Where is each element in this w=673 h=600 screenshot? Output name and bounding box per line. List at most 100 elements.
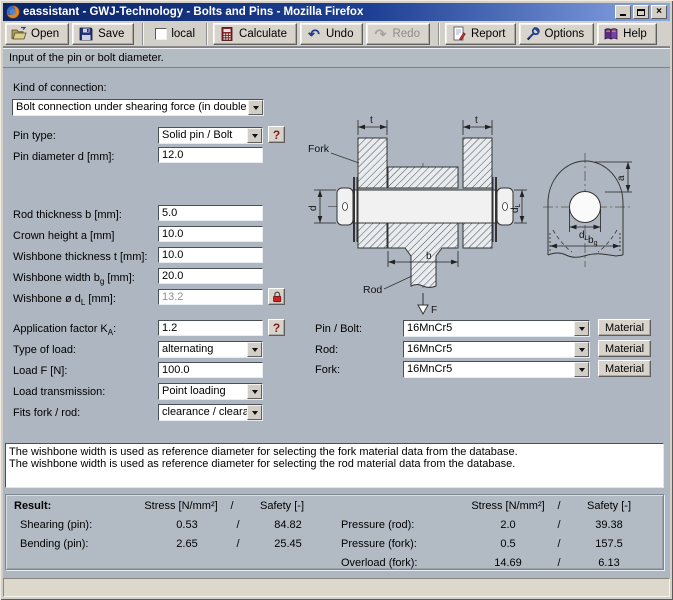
wishbone-width-label: Wishbone width bg [mm]:	[13, 272, 135, 284]
pin-type-value: Solid pin / Bolt	[159, 128, 247, 143]
status-message: Input of the pin or bolt diameter.	[3, 47, 670, 68]
save-button[interactable]: Save	[72, 23, 134, 45]
maximize-icon	[637, 9, 645, 16]
app-window: eassistant - GWJ-Technology - Bolts and …	[0, 0, 673, 600]
undo-label: Undo	[326, 28, 354, 40]
options-button[interactable]: Options	[519, 23, 595, 45]
form-area: Kind of connection: Bolt connection unde…	[3, 68, 670, 578]
crown-height-label: Crown height a [mm]	[13, 230, 114, 242]
toolbar-divider	[206, 23, 208, 45]
dim-a: a	[616, 175, 627, 181]
firefox-icon	[6, 5, 20, 19]
result-header-right: Stress [N/mm²] / Safety [-]	[341, 500, 651, 512]
force-arrow-icon	[418, 305, 428, 314]
dim-bg: bg	[588, 235, 598, 247]
technical-drawing: t t d dL b Fork Rod	[300, 105, 670, 320]
wishbone-thickness-label: Wishbone thickness t [mm]:	[13, 251, 148, 263]
dropdown-arrow-button[interactable]	[574, 342, 589, 357]
load-transmission-label: Load transmission:	[13, 386, 105, 398]
window-title: eassistant - GWJ-Technology - Bolts and …	[23, 6, 615, 18]
help-button[interactable]: Help	[597, 23, 657, 45]
material-fork-button[interactable]: Material	[598, 360, 651, 377]
local-label: local	[171, 28, 195, 40]
dropdown-arrow-button[interactable]	[574, 321, 589, 336]
wishbone-diameter-lock-button[interactable]	[268, 288, 285, 305]
fork-prong	[358, 223, 387, 248]
redo-button[interactable]: ↷ Redo	[366, 23, 430, 45]
material-pin-value: 16MnCr5	[404, 321, 574, 336]
pin-hole	[570, 192, 601, 223]
load-transmission-select[interactable]: Point loading	[158, 383, 263, 400]
result-row: Bending (pin): 2.65 / 25.45	[20, 538, 330, 550]
load-transmission-value: Point loading	[159, 384, 247, 399]
type-of-load-select[interactable]: alternating	[158, 341, 263, 358]
wishbone-width-input[interactable]	[158, 268, 263, 284]
wishbone-diameter-input	[158, 289, 263, 305]
pin	[338, 190, 508, 223]
dropdown-arrow-button[interactable]	[247, 128, 262, 143]
material-rod-select[interactable]: 16MnCr5	[403, 341, 590, 358]
application-factor-help-button[interactable]: ?	[268, 319, 285, 336]
undo-arrow-icon: ↶	[306, 26, 322, 42]
report-button[interactable]: Report	[445, 23, 516, 45]
pin-diameter-input[interactable]	[158, 147, 263, 163]
dim-t-right: t	[475, 115, 478, 126]
open-button[interactable]: Open	[5, 23, 69, 45]
help-label: Help	[623, 28, 647, 40]
fork-prong	[463, 138, 492, 188]
chevron-down-icon	[252, 134, 258, 141]
fork-prong	[463, 223, 492, 248]
material-pin-button[interactable]: Material	[598, 319, 651, 336]
close-button[interactable]: ×	[651, 5, 667, 19]
maximize-button[interactable]	[633, 5, 649, 19]
calculate-label: Calculate	[239, 28, 287, 40]
undo-button[interactable]: ↶ Undo	[300, 23, 364, 45]
crown-height-input[interactable]	[158, 226, 263, 242]
dropdown-arrow-button[interactable]	[247, 405, 262, 420]
minimize-button[interactable]	[615, 5, 631, 19]
application-factor-input[interactable]	[158, 320, 263, 336]
material-fork-label: Fork:	[315, 364, 340, 376]
result-row: Pressure (fork): 0.5 / 157.5	[341, 538, 651, 550]
result-header-left: Result: Stress [N/mm²] / Safety [-]	[14, 500, 324, 512]
chevron-down-icon	[252, 390, 258, 397]
wishbone-thickness-input[interactable]	[158, 247, 263, 263]
result-row: Shearing (pin): 0.53 / 84.82	[20, 519, 330, 531]
local-checkbox[interactable]: local	[155, 28, 195, 40]
material-fork-value: 16MnCr5	[404, 362, 574, 377]
kind-of-connection-select[interactable]: Bolt connection under shearing force (in…	[12, 99, 264, 116]
options-label: Options	[545, 28, 585, 40]
dropdown-arrow-button[interactable]	[247, 342, 262, 357]
save-floppy-icon	[78, 26, 94, 42]
dropdown-arrow-button[interactable]	[247, 384, 262, 399]
material-fork-select[interactable]: 16MnCr5	[403, 361, 590, 378]
dim-d: d	[308, 205, 319, 211]
options-tools-icon	[525, 26, 541, 42]
toolbar-divider	[142, 23, 144, 45]
kind-of-connection-label: Kind of connection:	[13, 82, 107, 94]
result-title: Result:	[14, 500, 138, 512]
result-panel: Result: Stress [N/mm²] / Safety [-] Shea…	[5, 494, 664, 570]
save-label: Save	[98, 28, 124, 40]
dropdown-arrow-button[interactable]	[248, 100, 263, 115]
rod-thickness-input[interactable]	[158, 205, 263, 221]
fork-label: Fork	[308, 143, 330, 155]
dropdown-arrow-button[interactable]	[574, 362, 589, 377]
redo-label: Redo	[392, 28, 420, 40]
fits-select[interactable]: clearance / clearance	[158, 404, 263, 421]
pin-type-select[interactable]: Solid pin / Bolt	[158, 127, 263, 144]
rod-thickness-label: Rod thickness b [mm]:	[13, 209, 122, 221]
material-rod-button[interactable]: Material	[598, 340, 651, 357]
stress-header: Stress [N/mm²]	[138, 500, 224, 512]
toolbar: Open Save local	[3, 21, 670, 47]
minimize-icon	[620, 8, 626, 16]
pin-diameter-label: Pin diameter d [mm]:	[13, 151, 114, 163]
pin-type-help-button[interactable]: ?	[268, 126, 285, 143]
load-f-input[interactable]	[158, 362, 263, 378]
calculate-button[interactable]: Calculate	[213, 23, 297, 45]
dim-t-left: t	[370, 115, 373, 126]
browser-status-bar	[3, 578, 670, 597]
material-pin-select[interactable]: 16MnCr5	[403, 320, 590, 337]
help-book-icon	[603, 26, 619, 42]
local-checkbox-box[interactable]	[155, 28, 167, 40]
